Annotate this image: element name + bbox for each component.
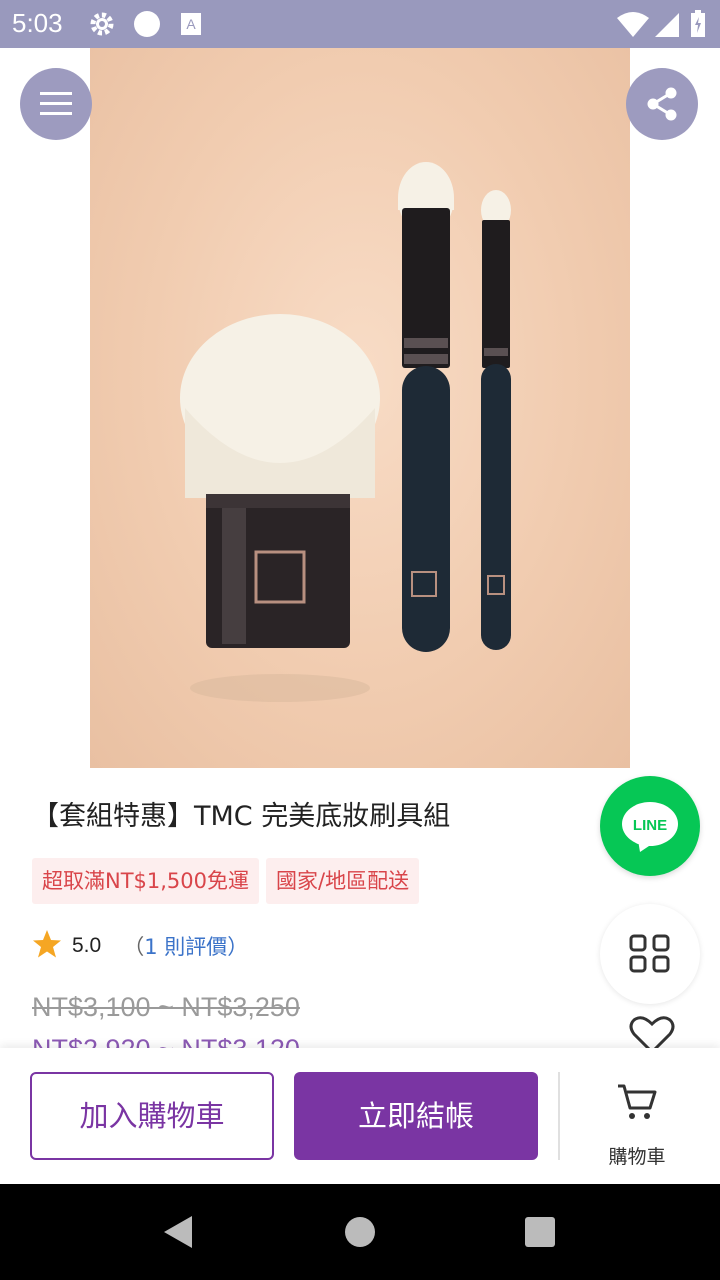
back-icon[interactable] [162, 1214, 194, 1254]
product-title: 【套組特惠】TMC 完美底妝刷具組 [32, 801, 451, 832]
delivery-region-tag[interactable]: 國家/地區配送 [266, 858, 420, 904]
rating-row: 5.0 （1 則評價） [32, 926, 248, 966]
product-image-area [0, 48, 720, 768]
review-count: 1 [144, 935, 158, 959]
bottom-action-bar: 加入購物車 立即結帳 購物車 [0, 1048, 720, 1184]
svg-text:A: A [186, 16, 196, 32]
system-navigation-bar [0, 1184, 720, 1280]
star-icon [32, 929, 62, 963]
circle-icon [133, 10, 161, 42]
review-link[interactable]: （1 則評價） [123, 931, 248, 961]
cart-icon [616, 1082, 658, 1126]
category-grid-button[interactable] [600, 904, 700, 1004]
grid-icon [629, 934, 671, 978]
share-button[interactable] [626, 68, 698, 140]
free-shipping-tag[interactable]: 超取滿NT$1,500免運 [32, 858, 260, 904]
add-to-cart-button[interactable]: 加入購物車 [30, 1072, 274, 1160]
line-icon: LINE [620, 800, 680, 858]
home-icon[interactable] [344, 1216, 376, 1252]
review-suffix: 則評價） [157, 935, 249, 959]
product-image[interactable] [90, 48, 630, 768]
review-prefix: （ [123, 935, 145, 959]
rating-value: 5.0 [72, 934, 102, 957]
cart-button[interactable]: 購物車 [590, 1078, 684, 1168]
cart-label: 購物車 [608, 1146, 666, 1168]
gear-icon [88, 10, 116, 42]
menu-button[interactable] [20, 68, 92, 140]
original-price: NT$3,100 ~ NT$3,250 [32, 992, 300, 1022]
hamburger-menu-icon [40, 90, 72, 122]
battery-icon [690, 10, 706, 42]
signal-icon [654, 12, 680, 42]
checkout-button[interactable]: 立即結帳 [294, 1072, 538, 1160]
keyboard-a-icon: A [180, 12, 202, 40]
line-chat-button[interactable]: LINE [600, 776, 700, 876]
status-bar: 5:03 A [0, 0, 720, 48]
recents-icon[interactable] [524, 1216, 556, 1252]
wifi-icon [616, 12, 650, 42]
share-icon [644, 86, 680, 126]
divider [558, 1072, 560, 1160]
line-label: LINE [633, 817, 667, 834]
status-time: 5:03 [12, 8, 63, 38]
